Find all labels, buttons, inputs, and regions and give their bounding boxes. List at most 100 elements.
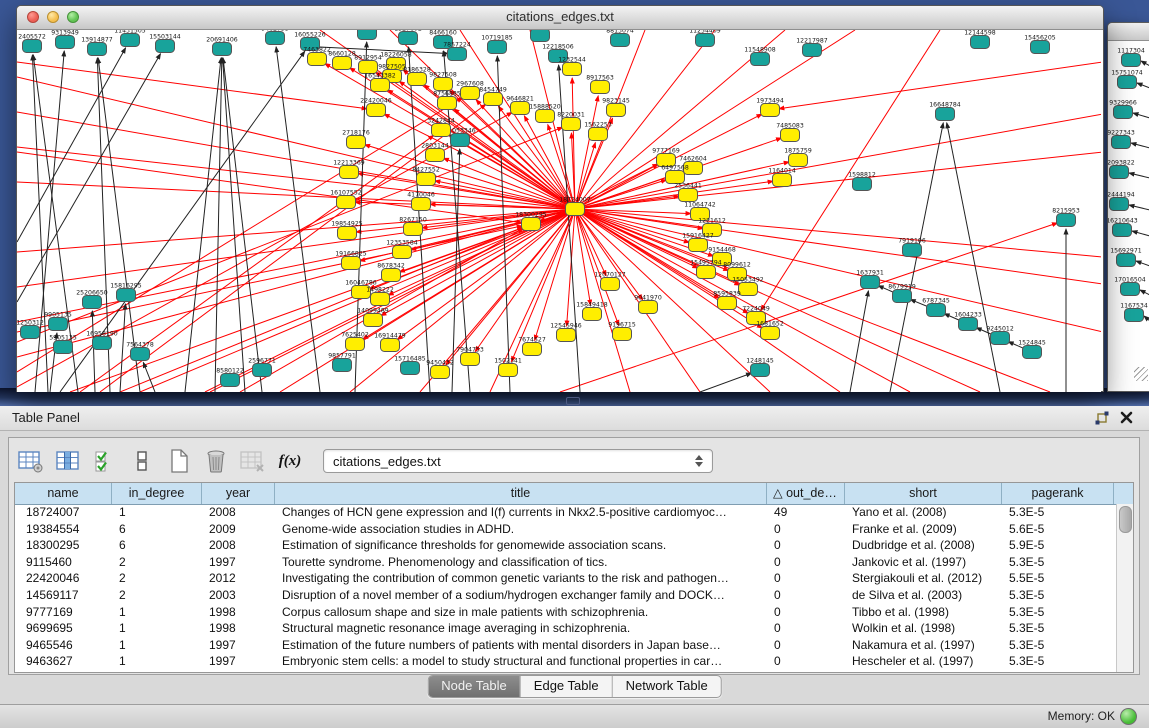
graph-node[interactable]: 20691406	[206, 37, 238, 56]
tab-network-table[interactable]: Network Table	[613, 676, 721, 697]
row-height-button[interactable]	[128, 447, 156, 475]
graph-node[interactable]: 7674527	[518, 337, 546, 356]
graph-node[interactable]: 7919106	[898, 238, 926, 257]
graph-node[interactable]: 1598812	[848, 172, 876, 191]
graph-node[interactable]: 13914877	[81, 37, 113, 56]
network-canvas[interactable]: 2405572931394913914877114315051550314420…	[17, 30, 1101, 392]
graph-node[interactable]: 10653257	[351, 30, 383, 40]
graph-node[interactable]: 1498222	[366, 287, 394, 306]
graph-node[interactable]: 9245012	[986, 326, 1014, 345]
apply-function-button[interactable]: f(x)	[276, 447, 304, 475]
graph-node[interactable]: 8595839	[713, 291, 741, 310]
graph-node[interactable]: 9823145	[602, 98, 630, 117]
table-row[interactable]: 1872400712008Changes of HCN gene express…	[15, 504, 1117, 521]
graph-node[interactable]: 2405572	[18, 34, 46, 53]
splitter-handle[interactable]	[566, 397, 580, 405]
table-row[interactable]: 1830029562008Estimation of significance …	[15, 537, 1117, 554]
window-titlebar[interactable]: citations_edges.txt	[17, 6, 1103, 30]
close-window-button[interactable]	[27, 11, 39, 23]
graph-node[interactable]: 11254409	[689, 30, 721, 47]
graph-node[interactable]: 9227343	[1108, 130, 1135, 149]
graph-node[interactable]: 15456205	[1024, 35, 1056, 54]
column-header-pagerank[interactable]: pagerank	[1002, 483, 1114, 504]
graph-node[interactable]: 9041970	[634, 295, 662, 314]
graph-node[interactable]: 6497568	[661, 165, 689, 184]
graph-node[interactable]: 1875759	[784, 148, 812, 167]
graph-node[interactable]: 7485083	[776, 123, 804, 142]
graph-node[interactable]: 4170046	[407, 192, 435, 211]
graph-node[interactable]: 8813074	[606, 30, 634, 47]
graph-node[interactable]: 8678342	[377, 263, 405, 282]
graph-node[interactable]: 15692971	[1110, 248, 1142, 267]
delete-table-button[interactable]	[202, 447, 230, 475]
graph-node[interactable]: 12217987	[796, 38, 828, 57]
graph-node[interactable]: 1637931	[856, 270, 884, 289]
graph-node[interactable]: 16958190	[86, 331, 118, 350]
graph-node[interactable]: 12444194	[1108, 192, 1135, 211]
table-selector[interactable]: citations_edges.txt	[323, 449, 713, 473]
table-settings-button[interactable]	[17, 447, 45, 475]
graph-node[interactable]: 14099489	[357, 308, 389, 327]
graph-node[interactable]: 8454749	[479, 87, 507, 106]
graph-node[interactable]: 2536441	[674, 183, 702, 202]
graph-node[interactable]: 9313949	[51, 30, 79, 49]
graph-node[interactable]: 8917563	[586, 75, 614, 94]
column-chooser-button[interactable]	[54, 447, 82, 475]
table-row[interactable]: 969969511998Structural magnetic resonanc…	[15, 620, 1117, 637]
table-row[interactable]: 1938455462009Genome-wide association stu…	[15, 521, 1117, 538]
graph-node[interactable]: 1167534	[1120, 303, 1148, 322]
import-table-button[interactable]	[239, 447, 267, 475]
resize-grip-icon[interactable]	[1134, 367, 1148, 381]
graph-node[interactable]: 1117304	[1117, 48, 1145, 67]
graph-node[interactable]: 1681652	[756, 321, 784, 340]
graph-node[interactable]: 2596771	[248, 358, 276, 377]
new-table-button[interactable]	[165, 447, 193, 475]
table-row[interactable]: 1456911722003Disruption of a novel membe…	[15, 587, 1117, 604]
graph-node[interactable]: 15888520	[529, 104, 561, 123]
graph-node[interactable]: 3242844	[427, 118, 455, 137]
tab-edge-table[interactable]: Edge Table	[521, 676, 613, 697]
graph-node[interactable]: 1524845	[1018, 340, 1046, 359]
close-panel-button[interactable]	[1120, 411, 1133, 424]
graph-node[interactable]: 19854925	[331, 221, 363, 240]
graph-node[interactable]: 8427552	[412, 167, 440, 186]
graph-node[interactable]: 16210643	[1108, 218, 1138, 237]
vertical-scrollbar[interactable]	[1116, 504, 1133, 672]
graph-node[interactable]: 9905135	[44, 312, 72, 331]
table-row[interactable]: 2242004622012Investigating the contribut…	[15, 570, 1117, 587]
graph-node[interactable]: 8186328	[403, 67, 431, 86]
graph-node[interactable]: 17016504	[1114, 277, 1146, 296]
graph-node[interactable]: 7857224	[443, 42, 471, 61]
graph-node[interactable]: 9196715	[608, 322, 636, 341]
graph-node[interactable]: 7625402	[341, 332, 369, 351]
column-header-short[interactable]: short	[845, 483, 1002, 504]
select-all-button[interactable]	[91, 447, 119, 475]
graph-node[interactable]: 12213369	[333, 160, 365, 179]
graph-node[interactable]: 9450432	[426, 360, 454, 379]
graph-node[interactable]: 12545946	[550, 323, 582, 342]
graph-node[interactable]: 16107552	[330, 190, 362, 209]
graph-node[interactable]: 12093822	[1108, 160, 1135, 179]
graph-node[interactable]: 1604233	[954, 312, 982, 331]
graph-node[interactable]: 16648784	[929, 102, 961, 121]
table-row[interactable]: 946362711997Embryonic stem cells: a mode…	[15, 653, 1117, 670]
memory-indicator-icon[interactable]	[1120, 708, 1137, 725]
graph-node[interactable]: 8267150	[399, 217, 427, 236]
column-header-name[interactable]: name	[15, 483, 112, 504]
graph-node[interactable]: 1248145	[746, 358, 774, 377]
column-header-out_de[interactable]: △ out_de…	[767, 483, 845, 504]
graph-node[interactable]: 1250312	[17, 320, 44, 339]
table-row[interactable]: 911546021997Tourette syndrome. Phenomeno…	[15, 554, 1117, 571]
graph-node[interactable]: 9462733	[261, 30, 289, 45]
table-row[interactable]: 977716911998Corpus callosum shape and si…	[15, 604, 1117, 621]
graph-node[interactable]: 1164014	[768, 168, 796, 187]
graph-node[interactable]: 8220031	[557, 112, 585, 131]
graph-node[interactable]: 8756885	[433, 91, 461, 110]
graph-node[interactable]: 7463822	[303, 47, 331, 66]
scrollbar-thumb[interactable]	[1119, 506, 1132, 533]
graph-node[interactable]: 15751074	[1111, 70, 1143, 89]
graph-node[interactable]: 10719185	[481, 35, 513, 54]
graph-node[interactable]: 11548908	[744, 47, 776, 66]
graph-node[interactable]: 9857791	[328, 353, 356, 372]
graph-node[interactable]: 2718176	[342, 130, 370, 149]
